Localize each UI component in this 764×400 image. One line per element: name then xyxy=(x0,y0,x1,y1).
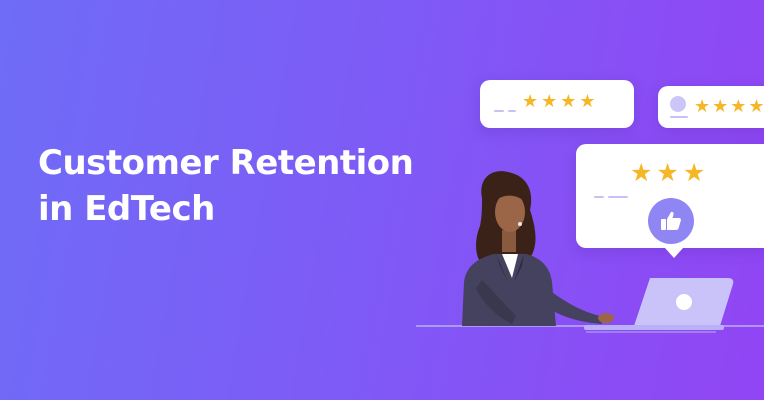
title-line-2: in EdTech xyxy=(38,189,215,229)
title-line-1: Customer Retention xyxy=(38,143,414,183)
placeholder-line xyxy=(508,110,516,112)
hero-banner: Customer Retention in EdTech ★★★★ ★★★★ ★… xyxy=(0,0,764,400)
page-title: Customer Retention in EdTech xyxy=(38,140,414,232)
placeholder-line xyxy=(494,110,504,112)
woman-at-laptop-illustration xyxy=(416,171,764,333)
placeholder-line xyxy=(670,116,688,118)
review-card-1: ★★★★ xyxy=(480,80,634,128)
review-card-2: ★★★★ xyxy=(658,86,764,128)
avatar-icon xyxy=(670,96,686,112)
star-rating: ★★★★ xyxy=(694,96,764,117)
star-rating: ★★★★ xyxy=(522,91,599,112)
laptop-icon xyxy=(676,294,692,310)
